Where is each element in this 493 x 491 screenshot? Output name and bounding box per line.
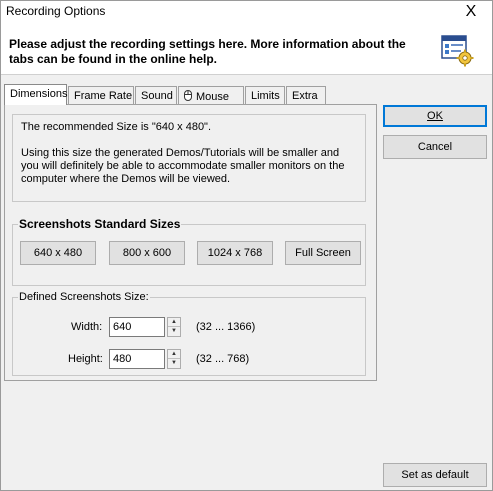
full-screen-button[interactable]: Full Screen: [285, 241, 361, 265]
width-label: Width:: [71, 321, 103, 333]
tab-label: Limits: [251, 90, 280, 102]
size-640x480-button[interactable]: 640 x 480: [20, 241, 96, 265]
dimensions-panel: The recommended Size is "640 x 480". Usi…: [4, 104, 377, 381]
size-explanation-text: Using this size the generated Demos/Tuto…: [21, 147, 345, 185]
window-title: Recording Options: [6, 4, 106, 18]
standard-sizes-group: Screenshots Standard Sizes 640 x 480 800…: [12, 217, 366, 286]
recommended-size-text: The recommended Size is "640 x 480".: [21, 121, 212, 133]
recommendation-info: The recommended Size is "640 x 480". Usi…: [12, 114, 366, 202]
ok-button[interactable]: OK: [383, 105, 487, 127]
tab-label: Dimensions: [10, 88, 68, 100]
tab-mouse[interactable]: Mouse: [178, 86, 244, 105]
height-range: (32 ... 768): [196, 353, 250, 365]
close-icon[interactable]: X: [458, 1, 484, 23]
tab-label: Sound: [141, 90, 173, 102]
ok-button-label: OK: [427, 110, 443, 122]
tab-label: Frame Rate: [74, 90, 133, 102]
tab-extra[interactable]: Extra: [286, 86, 326, 105]
title-bar[interactable]: Recording Options X: [1, 1, 492, 23]
defined-size-title: Defined Screenshots Size:: [18, 291, 150, 303]
cancel-button[interactable]: Cancel: [383, 135, 487, 159]
height-label: Height:: [68, 353, 103, 365]
width-spin-down-icon[interactable]: ▼: [168, 327, 180, 336]
width-input[interactable]: [109, 317, 165, 337]
set-as-default-button[interactable]: Set as default: [383, 463, 487, 487]
header-banner: Please adjust the recording settings her…: [1, 23, 492, 75]
recording-options-dialog: Recording Options X Please adjust the re…: [0, 0, 493, 491]
tab-dimensions[interactable]: Dimensions: [4, 84, 67, 105]
width-spinner[interactable]: ▲ ▼: [167, 317, 181, 337]
height-spin-up-icon[interactable]: ▲: [168, 350, 180, 359]
header-message: Please adjust the recording settings her…: [9, 37, 406, 66]
tab-limits[interactable]: Limits: [245, 86, 285, 105]
tab-label: Mouse: [196, 91, 230, 103]
standard-sizes-title: Screenshots Standard Sizes: [18, 217, 182, 231]
size-800x600-button[interactable]: 800 x 600: [109, 241, 185, 265]
tab-sound[interactable]: Sound: [135, 86, 177, 105]
height-spinner[interactable]: ▲ ▼: [167, 349, 181, 369]
width-spin-up-icon[interactable]: ▲: [168, 318, 180, 327]
height-input[interactable]: [109, 349, 165, 369]
mouse-icon: [184, 90, 192, 101]
defined-size-group: Defined Screenshots Size: Width: ▲ ▼ (32…: [12, 291, 366, 376]
width-range: (32 ... 1366): [196, 321, 256, 333]
tab-label: Extra: [292, 90, 318, 102]
tab-frame-rate[interactable]: Frame Rate: [68, 86, 134, 105]
settings-window-gear-icon: [441, 35, 474, 67]
size-1024x768-button[interactable]: 1024 x 768: [197, 241, 273, 265]
height-spin-down-icon[interactable]: ▼: [168, 359, 180, 368]
